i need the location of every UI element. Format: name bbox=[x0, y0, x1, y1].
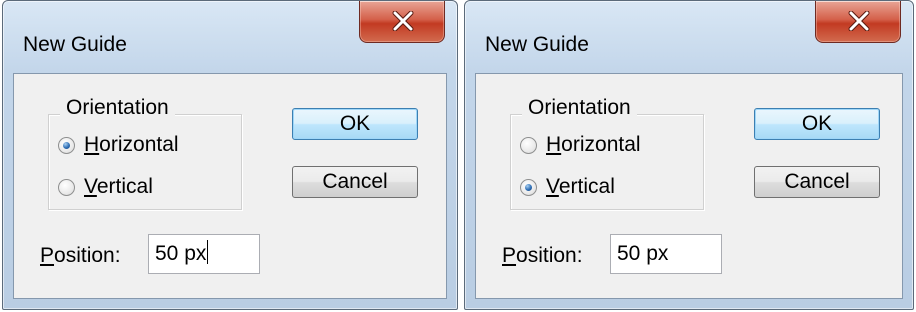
radio-horizontal[interactable]: Horizontal bbox=[58, 132, 179, 158]
radio-button-icon[interactable] bbox=[58, 136, 75, 154]
text-caret bbox=[207, 240, 209, 264]
dialog-title: New Guide bbox=[23, 33, 127, 56]
position-value: 50 px bbox=[155, 242, 207, 265]
radio-label-horizontal: Horizontal bbox=[84, 133, 179, 156]
radio-label-vertical: Vertical bbox=[84, 175, 153, 198]
ok-button[interactable]: OK bbox=[292, 108, 418, 140]
position-input[interactable]: 50 px bbox=[148, 234, 260, 274]
dialog-title: New Guide bbox=[485, 33, 589, 56]
title-bar[interactable]: New Guide bbox=[465, 1, 913, 73]
radio-button-icon[interactable] bbox=[520, 136, 537, 154]
new-guide-dialog-horizontal: New Guide Orientation Horizontal Vertica… bbox=[2, 0, 458, 310]
ok-button[interactable]: OK bbox=[754, 108, 880, 140]
radio-horizontal[interactable]: Horizontal bbox=[520, 132, 641, 158]
radio-vertical[interactable]: Vertical bbox=[520, 174, 615, 200]
cancel-button[interactable]: Cancel bbox=[754, 166, 880, 198]
position-label: Position: bbox=[502, 244, 583, 267]
position-label: Position: bbox=[40, 244, 121, 267]
close-icon bbox=[392, 11, 414, 31]
close-button[interactable] bbox=[359, 1, 445, 43]
radio-label-horizontal: Horizontal bbox=[546, 133, 641, 156]
position-input[interactable]: 50 px bbox=[610, 234, 722, 274]
position-value: 50 px bbox=[617, 242, 669, 265]
dialog-client-area: Orientation Horizontal Vertical OK Cance… bbox=[475, 73, 903, 299]
orientation-legend: Orientation bbox=[522, 96, 637, 120]
cancel-button[interactable]: Cancel bbox=[292, 166, 418, 198]
new-guide-dialog-vertical: New Guide Orientation Horizontal Vertica… bbox=[464, 0, 914, 310]
radio-button-icon[interactable] bbox=[520, 178, 537, 196]
radio-button-icon[interactable] bbox=[58, 178, 75, 196]
radio-vertical[interactable]: Vertical bbox=[58, 174, 153, 200]
title-bar[interactable]: New Guide bbox=[3, 1, 457, 73]
dialog-client-area: Orientation Horizontal Vertical OK Cance… bbox=[13, 73, 447, 299]
close-button[interactable] bbox=[815, 1, 901, 43]
close-icon bbox=[848, 11, 870, 31]
orientation-legend: Orientation bbox=[60, 96, 175, 120]
radio-label-vertical: Vertical bbox=[546, 175, 615, 198]
